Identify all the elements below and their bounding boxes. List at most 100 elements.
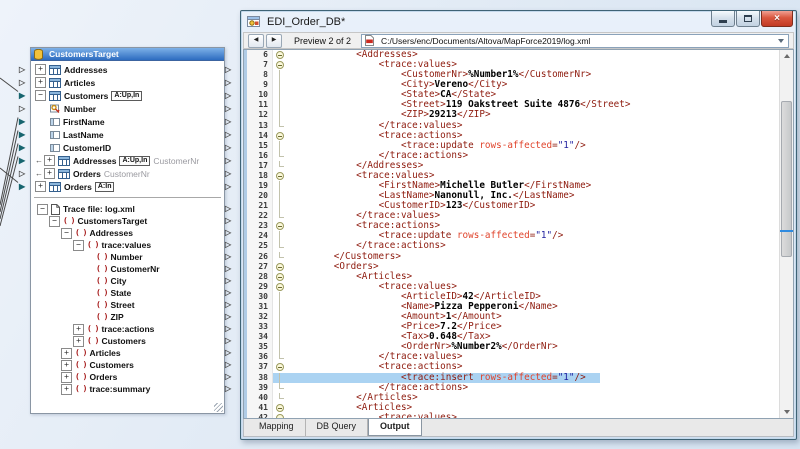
component-field-row[interactable]: ▷+Addresses▷ <box>31 63 224 76</box>
fold-toggle[interactable] <box>273 272 289 282</box>
tree-node[interactable]: +( )Orders▷ <box>31 371 224 383</box>
tree-node[interactable]: ( )City▷ <box>31 275 224 287</box>
tree-node[interactable]: +( )trace:summary▷ <box>31 383 224 395</box>
fold-toggle[interactable] <box>273 362 289 372</box>
output-connector-icon[interactable]: ▷ <box>225 181 235 193</box>
fold-toggle[interactable] <box>273 221 289 231</box>
tree-node[interactable]: +( )Articles▷ <box>31 347 224 359</box>
tree-node[interactable]: ( )Street▷ <box>31 299 224 311</box>
output-connector-icon[interactable]: ▷ <box>225 103 235 115</box>
expand-toggle[interactable]: + <box>44 168 55 179</box>
expand-toggle[interactable]: + <box>73 324 84 335</box>
scrollbar-thumb[interactable] <box>781 101 792 257</box>
expand-toggle[interactable]: + <box>35 181 46 192</box>
code-line[interactable]: 42 <trace:values> <box>247 413 779 418</box>
input-connector-icon[interactable]: ▷ <box>19 102 30 115</box>
output-connector-icon[interactable]: ▷ <box>225 251 235 263</box>
component-header[interactable]: CustomersTarget <box>31 48 224 61</box>
output-connector-icon[interactable]: ▷ <box>225 90 235 102</box>
tree-node[interactable]: +( )trace:actions▷ <box>31 323 224 335</box>
input-connector-filled-icon[interactable]: ▶ <box>19 128 30 141</box>
tree-node[interactable]: ( )Number▷ <box>31 251 224 263</box>
output-connector-icon[interactable]: ▷ <box>225 263 235 275</box>
resize-grip[interactable] <box>214 403 223 412</box>
output-connector-icon[interactable]: ▷ <box>225 323 235 335</box>
tree-node[interactable]: −( )CustomersTarget▷ <box>31 215 224 227</box>
tree-node[interactable]: −( )Addresses▷ <box>31 227 224 239</box>
input-connector-filled-icon[interactable]: ▶ <box>19 154 30 167</box>
output-connector-icon[interactable]: ▷ <box>225 299 235 311</box>
expand-toggle[interactable]: − <box>37 204 48 215</box>
expand-toggle[interactable]: + <box>61 348 72 359</box>
expand-toggle[interactable]: + <box>61 372 72 383</box>
fold-toggle[interactable] <box>273 60 289 70</box>
output-connector-icon[interactable]: ▷ <box>225 64 235 76</box>
expand-toggle[interactable]: + <box>35 64 46 75</box>
input-connector-filled-icon[interactable]: ▶ <box>19 180 30 193</box>
expand-toggle[interactable]: − <box>35 90 46 101</box>
fold-toggle[interactable] <box>273 50 289 60</box>
input-connector-filled-icon[interactable]: ▶ <box>19 115 30 128</box>
expand-toggle[interactable]: + <box>35 77 46 88</box>
tree-node[interactable]: +( )Customers▷ <box>31 359 224 371</box>
file-path-dropdown[interactable]: C:/Users/enc/Documents/Altova/MapForce20… <box>361 34 789 48</box>
input-connector-icon[interactable]: ▷ <box>19 76 30 89</box>
chevron-down-icon[interactable] <box>778 39 784 43</box>
tree-node[interactable]: ( )State▷ <box>31 287 224 299</box>
output-connector-icon[interactable]: ▷ <box>225 239 235 251</box>
fold-toggle[interactable] <box>273 282 289 292</box>
component-field-row[interactable]: ▶+OrdersA:In▷ <box>31 180 224 193</box>
output-connector-icon[interactable]: ▷ <box>225 275 235 287</box>
mapping-component-customers-target[interactable]: CustomersTarget ▷+Addresses▷▷+Articles▷▶… <box>30 47 225 414</box>
output-connector-icon[interactable]: ▷ <box>225 287 235 299</box>
component-field-row[interactable]: ▶−CustomersA:Up,In▷ <box>31 89 224 102</box>
output-connector-icon[interactable]: ▷ <box>225 168 235 180</box>
output-connector-icon[interactable]: ▷ <box>225 227 235 239</box>
output-connector-icon[interactable]: ▷ <box>225 129 235 141</box>
component-field-row[interactable]: ▷←+OrdersCustomerNr▷ <box>31 167 224 180</box>
fold-toggle[interactable] <box>273 262 289 272</box>
output-connector-icon[interactable]: ▷ <box>225 359 235 371</box>
input-connector-filled-icon[interactable]: ▶ <box>19 141 30 154</box>
expand-toggle[interactable]: + <box>61 384 72 395</box>
component-field-row[interactable]: ▶CustomerID▷ <box>31 141 224 154</box>
vertical-scrollbar[interactable] <box>779 50 793 418</box>
tree-node[interactable]: +( )Customers▷ <box>31 335 224 347</box>
tree-node[interactable]: ( )ZIP▷ <box>31 311 224 323</box>
component-field-row[interactable]: ▷+Articles▷ <box>31 76 224 89</box>
fold-toggle[interactable] <box>273 171 289 181</box>
output-connector-icon[interactable]: ▷ <box>225 347 235 359</box>
input-connector-filled-icon[interactable]: ▶ <box>19 89 30 102</box>
xml-output-editor[interactable]: 6 <Addresses>7 <trace:values>8 <Customer… <box>243 49 794 419</box>
maximize-button[interactable] <box>736 11 760 27</box>
scroll-down-button[interactable] <box>780 406 793 418</box>
output-connector-icon[interactable]: ▷ <box>225 371 235 383</box>
expand-toggle[interactable]: + <box>73 336 84 347</box>
expand-toggle[interactable]: + <box>44 155 55 166</box>
tab-db-query[interactable]: DB Query <box>306 419 369 436</box>
expand-toggle[interactable]: − <box>49 216 60 227</box>
component-field-row[interactable]: ▶FirstName▷ <box>31 115 224 128</box>
minimize-button[interactable] <box>711 11 735 27</box>
component-field-row[interactable]: ▷Number▷ <box>31 102 224 115</box>
output-connector-icon[interactable]: ▷ <box>225 142 235 154</box>
tree-node[interactable]: −Trace file: log.xml▷ <box>31 203 224 215</box>
previous-preview-button[interactable]: ◀ <box>248 34 264 48</box>
output-connector-icon[interactable]: ▷ <box>225 155 235 167</box>
output-connector-icon[interactable]: ▷ <box>225 311 235 323</box>
tab-output[interactable]: Output <box>368 418 422 436</box>
expand-toggle[interactable]: − <box>73 240 84 251</box>
output-connector-icon[interactable]: ▷ <box>225 116 235 128</box>
close-button[interactable]: × <box>761 11 793 27</box>
tree-node[interactable]: ( )CustomerNr▷ <box>31 263 224 275</box>
tree-node[interactable]: −( )trace:values▷ <box>31 239 224 251</box>
input-connector-icon[interactable]: ▷ <box>19 167 30 180</box>
output-connector-icon[interactable]: ▷ <box>225 215 235 227</box>
fold-toggle[interactable] <box>273 403 289 413</box>
output-connector-icon[interactable]: ▷ <box>225 383 235 395</box>
component-field-row[interactable]: ▶LastName▷ <box>31 128 224 141</box>
tab-mapping[interactable]: Mapping <box>248 419 306 436</box>
fold-toggle[interactable] <box>273 413 289 418</box>
fold-toggle[interactable] <box>273 131 289 141</box>
expand-toggle[interactable]: + <box>61 360 72 371</box>
